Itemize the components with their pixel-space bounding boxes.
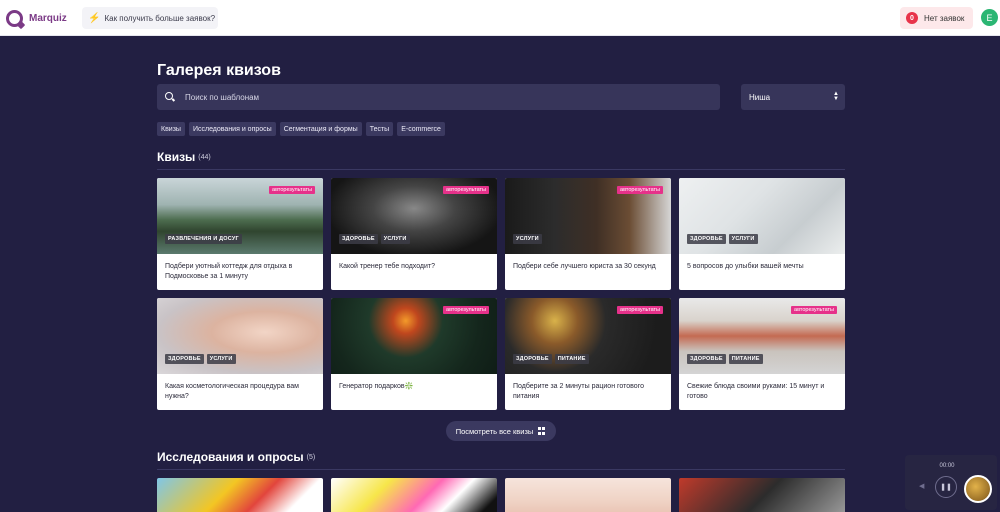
chip-tests[interactable]: Тесты [365, 122, 394, 136]
leads-count-badge: 0 [906, 12, 918, 24]
chip-surveys[interactable]: Исследования и опросы [188, 122, 276, 136]
page-title: Галерея квизов [157, 62, 281, 79]
autoresult-badge: авторезультаты [617, 306, 663, 314]
card-tags: ЗДОРОВЬЕ УСЛУГИ [339, 234, 410, 244]
card-image-cottage: авторезультаты РАЗВЛЕЧЕНИЯ И ДОСУГ [157, 178, 323, 254]
card-title: Какая косметологическая процедура вам ну… [165, 383, 299, 400]
tag: ЗДОРОВЬЕ [513, 354, 552, 364]
section-title-surveys: Исследования и опросы (5) [157, 450, 315, 464]
card-tags: ЗДОРОВЬЕ УСЛУГИ [687, 234, 758, 244]
tag: ЗДОРОВЬЕ [339, 234, 378, 244]
card-tags: ЗДОРОВЬЕ ПИТАНИЕ [687, 354, 763, 364]
card-image-lawyer: авторезультаты УСЛУГИ [505, 178, 671, 254]
logo[interactable]: Marquiz [6, 9, 67, 27]
autoresult-badge: авторезультаты [443, 306, 489, 314]
tip-label: Как получить больше заявок? [104, 13, 216, 23]
card-tags: ЗДОРОВЬЕ УСЛУГИ [165, 354, 236, 364]
card-image-cosmetology: ЗДОРОВЬЕ УСЛУГИ [157, 298, 323, 374]
view-all-label: Посмотреть все квизы [455, 426, 534, 436]
chip-segmentation[interactable]: Сегментация и формы [279, 122, 362, 136]
previous-icon[interactable]: ◀ [919, 482, 924, 490]
card-title: 5 вопросов до улыбки вашей мечты [687, 263, 804, 270]
niche-select-label: Ниша [749, 92, 771, 102]
more-leads-tip-button[interactable]: ⚡ Как получить больше заявок? [82, 7, 218, 29]
section-title-text: Исследования и опросы [157, 450, 304, 464]
pause-icon: ❚❚ [940, 484, 952, 491]
tag: УСЛУГИ [206, 354, 236, 364]
tag: РАЗВЛЕЧЕНИЯ И ДОСУГ [165, 234, 242, 244]
quiz-card[interactable]: ЗДОРОВЬЕ УСЛУГИ 5 вопросов до улыбки ваш… [679, 178, 845, 290]
chip-quizzes[interactable]: Квизы [157, 122, 185, 136]
card-image-gym: авторезультаты ЗДОРОВЬЕ УСЛУГИ [331, 178, 497, 254]
card-image-fresh-food: авторезультаты ЗДОРОВЬЕ ПИТАНИЕ [679, 298, 845, 374]
quiz-card[interactable]: авторезультаты ЗДОРОВЬЕ УСЛУГИ Какой тре… [331, 178, 497, 290]
tag: ЗДОРОВЬЕ [687, 354, 726, 364]
player-thumbnail[interactable] [964, 475, 992, 503]
logo-text: Marquiz [29, 12, 67, 24]
card-title: Подбери уютный коттедж для отдыха в Подм… [165, 263, 293, 280]
niche-select[interactable]: Ниша ▲ ▼ [741, 84, 845, 110]
card-title: Подберите за 2 минуты рацион готового пи… [513, 383, 644, 400]
leads-label: Нет заявок [924, 13, 965, 23]
autoresult-badge: авторезультаты [617, 186, 663, 194]
section-count: (5) [306, 454, 316, 462]
autoresult-badge: авторезультаты [269, 186, 315, 194]
leads-button[interactable]: 0 Нет заявок [900, 7, 973, 29]
survey-grid [157, 478, 845, 512]
quiz-card[interactable]: авторезультаты Генератор подарков❇️ [331, 298, 497, 410]
quiz-card[interactable]: авторезультаты УСЛУГИ Подбери себе лучше… [505, 178, 671, 290]
card-title: Какой тренер тебе подходит? [339, 263, 436, 270]
tag: УСЛУГИ [380, 234, 410, 244]
search-bar[interactable] [157, 84, 720, 110]
survey-card[interactable] [679, 478, 845, 512]
quiz-grid: авторезультаты РАЗВЛЕЧЕНИЯ И ДОСУГ Подбе… [157, 178, 845, 410]
tag: ЗДОРОВЬЕ [165, 354, 204, 364]
section-count: (44) [198, 154, 211, 162]
survey-card[interactable] [505, 478, 671, 512]
card-image-meals: авторезультаты ЗДОРОВЬЕ ПИТАНИЕ [505, 298, 671, 374]
media-player: 00:00 ◀ ❚❚ [905, 455, 997, 510]
autoresult-badge: авторезультаты [443, 186, 489, 194]
view-all-quizzes-button[interactable]: Посмотреть все квизы [446, 421, 556, 441]
lightning-icon: ⚡ [88, 12, 101, 24]
card-image-gifts: авторезультаты [331, 298, 497, 374]
search-input[interactable] [185, 92, 685, 102]
card-title: Генератор подарков❇️ [339, 383, 414, 390]
search-icon [165, 92, 175, 102]
tag: ЗДОРОВЬЕ [687, 234, 726, 244]
quiz-card[interactable]: авторезультаты ЗДОРОВЬЕ ПИТАНИЕ Свежие б… [679, 298, 845, 410]
card-title: Подбери себе лучшего юриста за 30 секунд [513, 263, 656, 270]
chip-ecommerce[interactable]: E-commerce [397, 122, 445, 136]
card-tags: ЗДОРОВЬЕ ПИТАНИЕ [513, 354, 589, 364]
card-image-dentist: ЗДОРОВЬЕ УСЛУГИ [679, 178, 845, 254]
card-tags: УСЛУГИ [513, 234, 542, 244]
section-title-quizzes: Квизы (44) [157, 150, 211, 164]
tag: ПИТАНИЕ [554, 354, 589, 364]
quiz-card[interactable]: авторезультаты ЗДОРОВЬЕ ПИТАНИЕ Подберит… [505, 298, 671, 410]
tag: ПИТАНИЕ [728, 354, 763, 364]
category-chips: Квизы Исследования и опросы Сегментация … [157, 122, 445, 136]
top-bar: Marquiz ⚡ Как получить больше заявок? 0 … [0, 0, 1000, 36]
survey-card[interactable] [331, 478, 497, 512]
avatar[interactable]: E [981, 9, 998, 26]
card-tags: РАЗВЛЕЧЕНИЯ И ДОСУГ [165, 234, 242, 244]
marquiz-logo-icon [6, 9, 23, 27]
quiz-card[interactable]: авторезультаты РАЗВЛЕЧЕНИЯ И ДОСУГ Подбе… [157, 178, 323, 290]
autoresult-badge: авторезультаты [791, 306, 837, 314]
quiz-card[interactable]: ЗДОРОВЬЕ УСЛУГИ Какая косметологическая … [157, 298, 323, 410]
pause-button[interactable]: ❚❚ [935, 476, 957, 498]
grid-icon [538, 427, 546, 435]
tag: УСЛУГИ [728, 234, 758, 244]
survey-card[interactable] [157, 478, 323, 512]
section-title-text: Квизы [157, 150, 196, 164]
divider [157, 469, 845, 470]
divider [157, 169, 845, 170]
sort-arrows-icon: ▲ ▼ [833, 91, 839, 102]
card-title: Свежие блюда своими руками: 15 минут и г… [687, 383, 825, 400]
player-time: 00:00 [939, 463, 955, 469]
tag: УСЛУГИ [513, 234, 542, 244]
